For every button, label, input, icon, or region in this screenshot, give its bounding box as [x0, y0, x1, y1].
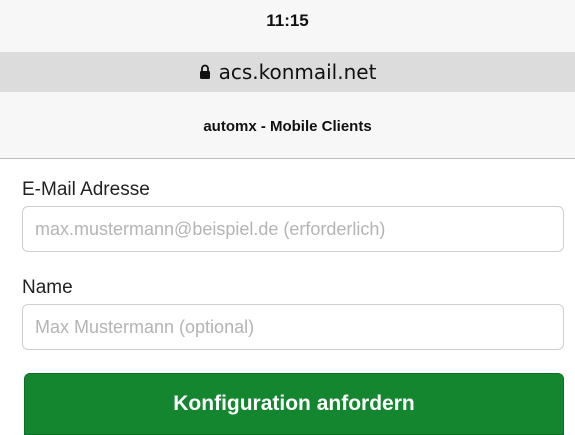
- name-label: Name: [22, 277, 73, 298]
- name-input[interactable]: [22, 304, 564, 350]
- page-title: automx - Mobile Clients: [203, 117, 372, 135]
- request-config-button[interactable]: Konfiguration anfordern: [24, 373, 564, 435]
- status-time: 11:15: [266, 11, 309, 30]
- url-container: acs.konmail.net: [199, 60, 377, 84]
- status-bar: 11:15: [0, 0, 575, 52]
- page-header: automx - Mobile Clients: [0, 92, 575, 159]
- email-label: E-Mail Adresse: [22, 179, 150, 200]
- lock-icon: [199, 64, 211, 80]
- email-input[interactable]: [22, 206, 564, 252]
- url-text[interactable]: acs.konmail.net: [219, 60, 377, 84]
- url-bar[interactable]: acs.konmail.net: [0, 52, 575, 92]
